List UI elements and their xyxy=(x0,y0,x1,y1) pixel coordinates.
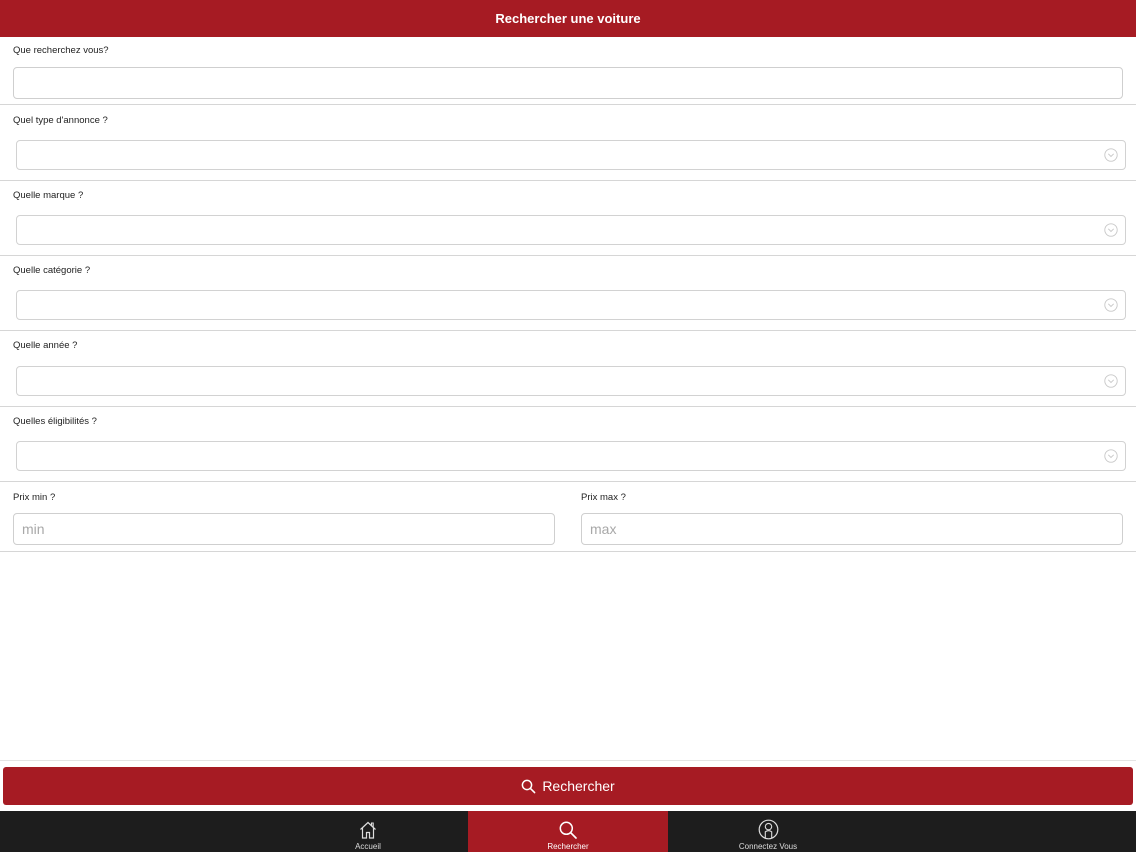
chevron-down-icon xyxy=(1104,298,1118,312)
category-select[interactable] xyxy=(16,290,1126,320)
brand-label: Quelle marque ? xyxy=(13,190,84,201)
page-header: Rechercher une voiture xyxy=(0,0,1136,37)
year-label: Quelle année ? xyxy=(13,340,78,351)
ad-type-field: Quel type d'annonce ? xyxy=(0,105,1136,181)
year-select[interactable] xyxy=(16,366,1126,396)
category-field: Quelle catégorie ? xyxy=(0,256,1136,331)
chevron-down-icon xyxy=(1104,449,1118,463)
brand-select[interactable] xyxy=(16,215,1126,245)
price-min-label: Prix min ? xyxy=(13,492,56,503)
tab-login-label: Connectez Vous xyxy=(738,842,798,851)
tab-home[interactable]: Accueil xyxy=(268,811,468,852)
chevron-down-icon xyxy=(1104,223,1118,237)
chevron-down-icon xyxy=(1104,374,1118,388)
ad-type-select[interactable] xyxy=(16,140,1126,170)
price-max-field: Prix max ? xyxy=(568,482,1136,552)
divider xyxy=(0,760,1136,761)
brand-field: Quelle marque ? xyxy=(0,181,1136,256)
home-icon xyxy=(360,821,376,839)
tab-search[interactable]: Rechercher xyxy=(468,811,668,852)
price-min-field: Prix min ? xyxy=(0,482,568,552)
search-button[interactable]: Rechercher xyxy=(3,767,1133,805)
year-field: Quelle année ? xyxy=(0,331,1136,407)
tab-home-label: Accueil xyxy=(355,842,381,851)
search-icon xyxy=(559,821,577,839)
user-icon xyxy=(758,819,778,840)
price-max-input[interactable] xyxy=(581,513,1123,545)
tab-bar: Accueil Rechercher Connectez Vous xyxy=(0,811,1136,852)
eligibility-label: Quelles éligibilités ? xyxy=(13,416,97,427)
ad-type-label: Quel type d'annonce ? xyxy=(13,115,108,126)
tab-search-label: Rechercher xyxy=(547,842,589,851)
eligibility-select[interactable] xyxy=(16,441,1126,471)
tab-login[interactable]: Connectez Vous xyxy=(668,811,868,852)
search-button-label: Rechercher xyxy=(542,778,615,794)
query-label: Que recherchez vous? xyxy=(13,45,109,56)
chevron-down-icon xyxy=(1104,148,1118,162)
category-label: Quelle catégorie ? xyxy=(13,265,91,276)
query-field: Que recherchez vous? xyxy=(0,37,1136,105)
price-max-label: Prix max ? xyxy=(581,492,626,503)
eligibility-field: Quelles éligibilités ? xyxy=(0,407,1136,482)
price-min-input[interactable] xyxy=(13,513,555,545)
page-title: Rechercher une voiture xyxy=(495,11,641,26)
search-icon xyxy=(521,779,536,793)
query-input[interactable] xyxy=(13,67,1123,99)
